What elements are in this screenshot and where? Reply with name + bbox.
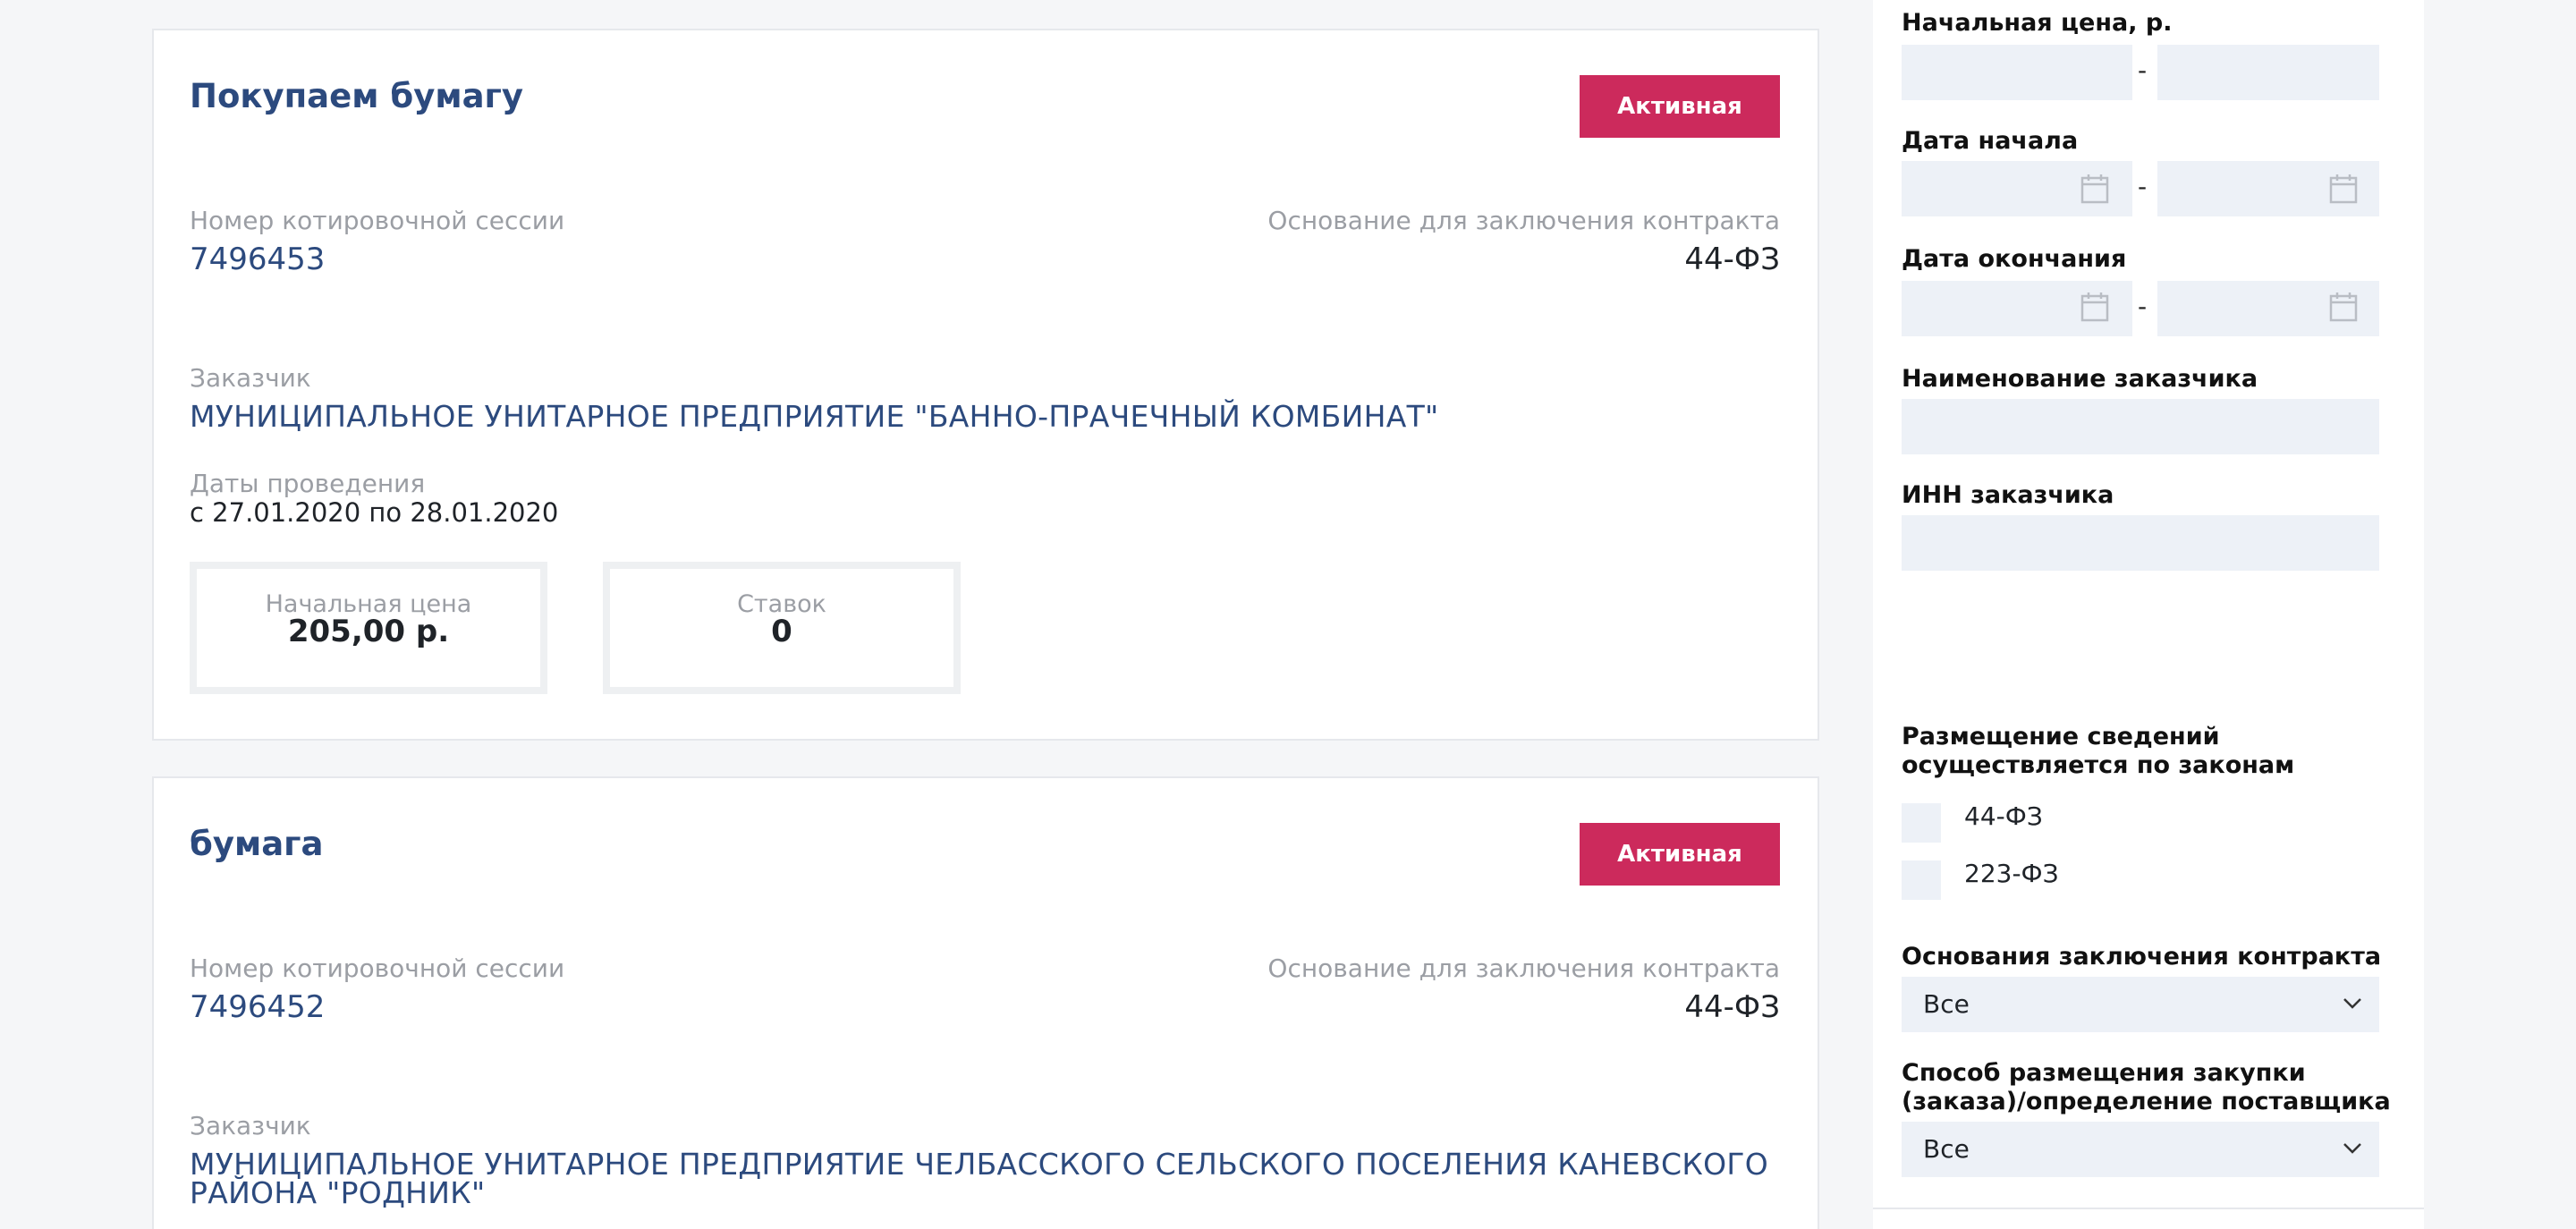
range-separator: - [2138,172,2148,201]
initial-price-value: 205,00 р. [287,614,450,649]
initial-price-box: Начальная цена 205,00 р. [190,562,547,694]
customer-inn-input[interactable] [1902,515,2379,571]
quotation-card[interactable]: Покупаем бумагу Активная Номер котировоч… [152,29,1819,741]
filter-procurement-method-label: Способ размещения закупки (заказа)/опред… [1902,1059,2391,1115]
procurement-method-select[interactable]: Все [1902,1122,2379,1177]
filter-laws-label: Размещение сведений осуществляется по за… [1902,723,2295,779]
customer-label: Заказчик [190,363,311,393]
customer-label: Заказчик [190,1111,311,1140]
status-badge[interactable]: Активная [1580,823,1780,886]
contract-basis-label: Основание для заключения контракта [1267,954,1780,983]
customer-link[interactable]: МУНИЦИПАЛЬНОЕ УНИТАРНОЕ ПРЕДПРИЯТИЕ "БАН… [190,402,1782,431]
filter-end-date-label: Дата окончания [1902,245,2127,273]
page: Покупаем бумагу Активная Номер котировоч… [0,0,2576,1229]
calendar-icon[interactable] [2329,292,2358,322]
contract-basis-label: Основание для заключения контракта [1267,206,1780,235]
session-number-label: Номер котировочной сессии [190,206,565,235]
range-separator: - [2138,55,2148,85]
chevron-down-icon [2343,1143,2361,1154]
filter-contract-basis-label: Основания заключения контракта [1902,943,2382,970]
quotation-card[interactable]: бумага Активная Номер котировочной сесси… [152,776,1819,1229]
bids-box: Ставок 0 [603,562,961,694]
contract-basis-selected: Все [1923,989,1970,1019]
card-title[interactable]: бумага [190,825,323,863]
filter-start-date-label: Дата начала [1902,127,2079,155]
law-223-label[interactable]: 223-ФЗ [1964,859,2059,888]
calendar-icon[interactable] [2329,174,2358,204]
dates-value: с 27.01.2020 по 28.01.2020 [190,497,559,528]
chevron-down-icon [2343,998,2361,1009]
law-223-checkbox[interactable] [1902,860,1941,900]
status-badge[interactable]: Активная [1580,75,1780,138]
session-number-link[interactable]: 7496453 [190,242,325,277]
procurement-method-selected: Все [1923,1134,1970,1164]
sidebar-divider [1873,1208,2424,1209]
price-to-input[interactable] [2157,45,2379,100]
calendar-icon[interactable] [2080,174,2109,204]
bids-value: 0 [771,614,792,649]
dates-label: Даты проведения [190,469,426,498]
range-separator: - [2138,292,2148,321]
session-number-link[interactable]: 7496452 [190,989,325,1025]
contract-basis-select[interactable]: Все [1902,977,2379,1032]
price-from-input[interactable] [1902,45,2132,100]
session-number-label: Номер котировочной сессии [190,954,565,983]
customer-name-input[interactable] [1902,399,2379,454]
contract-basis-value: 44-ФЗ [1684,989,1780,1025]
filter-sidebar: Начальная цена, р. - Дата начала - Дата … [1873,0,2424,1229]
contract-basis-value: 44-ФЗ [1684,242,1780,277]
law-44-label[interactable]: 44-ФЗ [1964,801,2043,831]
filter-customer-name-label: Наименование заказчика [1902,365,2258,393]
customer-link[interactable]: МУНИЦИПАЛЬНОЕ УНИТАРНОЕ ПРЕДПРИЯТИЕ ЧЕЛБ… [190,1149,1782,1208]
law-44-checkbox[interactable] [1902,803,1941,843]
card-title[interactable]: Покупаем бумагу [190,77,523,115]
filter-price-label: Начальная цена, р. [1902,9,2173,37]
calendar-icon[interactable] [2080,292,2109,322]
filter-customer-inn-label: ИНН заказчика [1902,481,2114,509]
